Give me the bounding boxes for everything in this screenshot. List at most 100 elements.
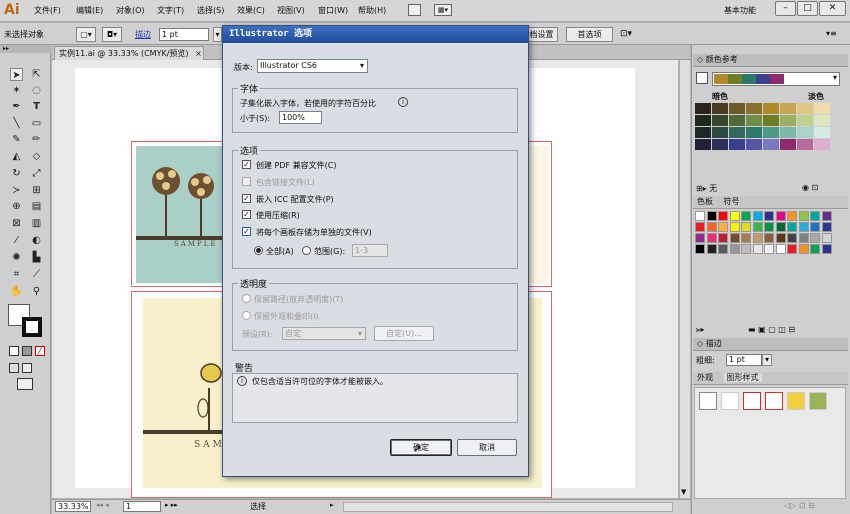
swatch[interactable]: [706, 244, 717, 254]
document-setup-button[interactable]: 档设置: [525, 27, 558, 42]
menu-help[interactable]: 帮助(H): [358, 5, 386, 16]
guide-swatch[interactable]: [729, 115, 745, 126]
swatch[interactable]: [787, 222, 797, 232]
guide-swatch[interactable]: [746, 139, 762, 150]
guide-swatch[interactable]: [763, 115, 779, 126]
guide-swatch[interactable]: [746, 127, 762, 138]
radio-range[interactable]: [302, 246, 311, 255]
graphic-style-6[interactable]: [809, 392, 827, 410]
pencil-tool-icon[interactable]: ✏: [30, 133, 43, 146]
swatch[interactable]: [752, 222, 763, 232]
guide-swatch[interactable]: [814, 103, 830, 114]
swatch[interactable]: [764, 244, 774, 254]
scale-tool-icon[interactable]: ⤢: [30, 167, 43, 180]
guide-swatch[interactable]: [695, 139, 711, 150]
graphic-style-2[interactable]: [721, 392, 739, 410]
embed-icc-checkbox[interactable]: ✓: [242, 194, 251, 203]
vertical-scrollbar[interactable]: [679, 60, 690, 498]
swatches-grid[interactable]: [695, 211, 845, 281]
guide-swatch[interactable]: [780, 115, 796, 126]
pen-tool-icon[interactable]: ✒: [10, 100, 23, 113]
graphic-style-5[interactable]: [787, 392, 805, 410]
draw-normal-icon[interactable]: [9, 363, 19, 373]
eraser-tool-icon[interactable]: ◇: [30, 150, 43, 163]
close-tab-icon[interactable]: ×: [195, 49, 202, 58]
zoom-tool-icon[interactable]: ⚲: [30, 285, 43, 298]
swatch[interactable]: [798, 222, 809, 232]
guide-swatch[interactable]: [729, 127, 745, 138]
menu-window[interactable]: 窗口(W): [318, 5, 348, 16]
maximize-button[interactable]: □: [797, 1, 818, 16]
swatch[interactable]: [752, 233, 763, 243]
stroke-weight-field[interactable]: 1 pt: [159, 28, 209, 41]
swatch[interactable]: [695, 233, 705, 243]
width-tool-icon[interactable]: ≻: [10, 184, 23, 197]
swatch[interactable]: [810, 233, 820, 243]
none-mode-icon[interactable]: ╱: [35, 346, 45, 356]
swatch[interactable]: [741, 233, 751, 243]
tab-graphic-styles[interactable]: 图形样式: [723, 373, 762, 382]
fill-swatch[interactable]: ▢▾: [76, 27, 96, 42]
hand-tool-icon[interactable]: ✋: [10, 285, 23, 298]
swatch[interactable]: [798, 211, 809, 221]
guide-swatch[interactable]: [712, 127, 728, 138]
swatch[interactable]: [706, 233, 717, 243]
swatch[interactable]: [718, 244, 728, 254]
workspace-switcher[interactable]: 基本功能: [724, 5, 756, 16]
draw-behind-icon[interactable]: [22, 363, 32, 373]
swatch[interactable]: [752, 244, 763, 254]
arrange-documents-icon[interactable]: ▦▾: [434, 4, 452, 16]
guide-swatch[interactable]: [712, 103, 728, 114]
save-artboards-checkbox[interactable]: ✓: [242, 227, 251, 236]
harmony-rules-dropdown[interactable]: ▾: [712, 72, 840, 86]
guide-swatch[interactable]: [780, 103, 796, 114]
screen-mode-icon[interactable]: [17, 378, 33, 390]
guide-swatch[interactable]: [695, 115, 711, 126]
swatch[interactable]: [695, 222, 705, 232]
next-page-arrows[interactable]: ▸ ▸▸: [165, 501, 178, 509]
swatch[interactable]: [741, 222, 751, 232]
perspective-grid-tool-icon[interactable]: ▤: [30, 200, 43, 213]
swatch[interactable]: [695, 211, 705, 221]
guide-swatch[interactable]: [712, 139, 728, 150]
symbol-sprayer-tool-icon[interactable]: ✺: [10, 251, 23, 264]
guide-swatch[interactable]: [695, 127, 711, 138]
swatch[interactable]: [764, 233, 774, 243]
guide-swatch[interactable]: [729, 103, 745, 114]
swatch[interactable]: [787, 244, 797, 254]
guide-swatch[interactable]: [797, 115, 813, 126]
slice-tool-icon[interactable]: ⟋: [30, 268, 43, 281]
guide-swatch[interactable]: [814, 127, 830, 138]
pdf-compatible-label[interactable]: 创建 PDF 兼容文件(C): [256, 160, 337, 171]
swatch[interactable]: [787, 211, 797, 221]
lasso-tool-icon[interactable]: ◌: [30, 84, 43, 97]
dialog-title[interactable]: Illustrator 选项: [223, 26, 528, 43]
fonts-percent-input[interactable]: 100%: [279, 111, 322, 124]
swatch[interactable]: [729, 222, 740, 232]
embed-icc-label[interactable]: 嵌入 ICC 配置文件(P): [256, 194, 334, 205]
swatch[interactable]: [810, 222, 820, 232]
swatch[interactable]: [741, 244, 751, 254]
guide-swatch[interactable]: [797, 139, 813, 150]
stroke-color-icon[interactable]: [22, 317, 42, 337]
radio-range-label[interactable]: 范围(G):: [314, 246, 345, 257]
swatch-library-icon[interactable]: ⫸▸: [696, 325, 705, 335]
guide-swatch[interactable]: [780, 139, 796, 150]
blend-tool-icon[interactable]: ◐: [30, 234, 43, 247]
swatch[interactable]: [764, 211, 774, 221]
guide-swatch[interactable]: [797, 127, 813, 138]
swatch[interactable]: [775, 222, 786, 232]
color-guide-grid[interactable]: [695, 103, 845, 155]
guide-swatch[interactable]: [729, 139, 745, 150]
swatch[interactable]: [752, 211, 763, 221]
guide-swatch[interactable]: [695, 103, 711, 114]
magic-wand-tool-icon[interactable]: ✶: [10, 84, 23, 97]
swatch[interactable]: [798, 244, 809, 254]
stroke-weight-dropdown[interactable]: ▾: [213, 27, 222, 42]
use-compression-label[interactable]: 使用压缩(R): [256, 210, 300, 221]
tab-appearance[interactable]: 外观: [697, 373, 713, 382]
guide-swatch[interactable]: [712, 115, 728, 126]
swatch[interactable]: [821, 244, 832, 254]
swatch[interactable]: [718, 222, 728, 232]
selection-tool-icon[interactable]: ➤: [10, 68, 23, 81]
